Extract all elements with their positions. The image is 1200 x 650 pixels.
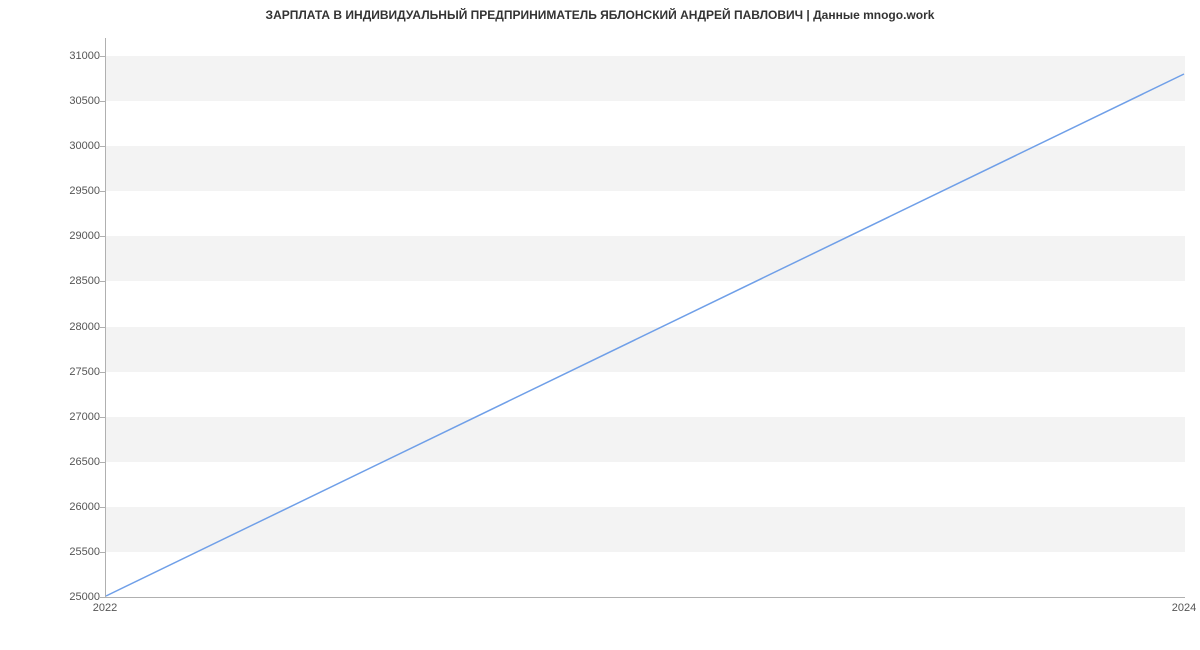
y-tick-mark xyxy=(100,191,105,192)
y-tick-label: 29000 xyxy=(5,230,100,242)
y-tick-label: 30000 xyxy=(5,140,100,152)
plot-area xyxy=(105,38,1185,598)
y-tick-label: 27500 xyxy=(5,366,100,378)
y-tick-label: 27000 xyxy=(5,411,100,423)
y-tick-mark xyxy=(100,56,105,57)
y-tick-mark xyxy=(100,552,105,553)
line-series xyxy=(106,38,1185,597)
y-tick-mark xyxy=(100,597,105,598)
y-tick-label: 26000 xyxy=(5,501,100,513)
y-tick-mark xyxy=(100,507,105,508)
chart-title: ЗАРПЛАТА В ИНДИВИДУАЛЬНЫЙ ПРЕДПРИНИМАТЕЛ… xyxy=(0,8,1200,22)
y-tick-label: 30500 xyxy=(5,95,100,107)
y-tick-label: 25000 xyxy=(5,591,100,603)
y-tick-mark xyxy=(100,327,105,328)
y-tick-label: 28500 xyxy=(5,275,100,287)
y-tick-mark xyxy=(100,101,105,102)
y-tick-label: 26500 xyxy=(5,456,100,468)
y-tick-mark xyxy=(100,236,105,237)
y-tick-label: 29500 xyxy=(5,185,100,197)
y-tick-label: 28000 xyxy=(5,321,100,333)
x-tick-label: 2024 xyxy=(1172,602,1196,614)
chart-container: ЗАРПЛАТА В ИНДИВИДУАЛЬНЫЙ ПРЕДПРИНИМАТЕЛ… xyxy=(0,0,1200,650)
y-tick-mark xyxy=(100,417,105,418)
y-tick-mark xyxy=(100,372,105,373)
y-tick-mark xyxy=(100,462,105,463)
y-tick-label: 25500 xyxy=(5,546,100,558)
x-tick-label: 2022 xyxy=(93,602,117,614)
y-tick-label: 31000 xyxy=(5,50,100,62)
y-tick-mark xyxy=(100,146,105,147)
y-tick-mark xyxy=(100,281,105,282)
